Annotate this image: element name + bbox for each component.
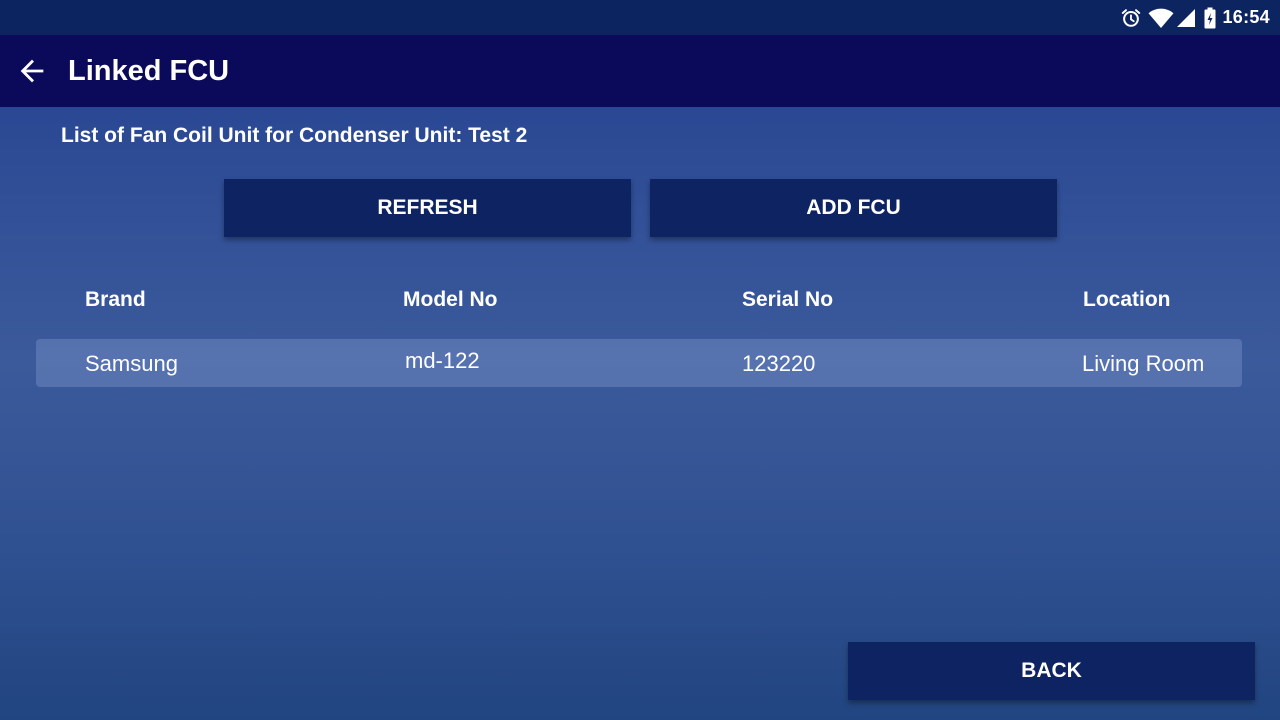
status-bar: 16:54 — [0, 0, 1280, 35]
cell-location: Living Room — [1082, 351, 1205, 376]
app-bar: Linked FCU — [0, 35, 1280, 107]
cell-brand: Samsung — [85, 351, 178, 376]
refresh-button[interactable]: REFRESH — [224, 179, 631, 237]
table-header: Brand Model No Serial No Location — [0, 288, 1280, 318]
column-header-brand: Brand — [85, 288, 146, 311]
signal-icon — [1176, 8, 1196, 28]
arrow-back-icon[interactable] — [14, 53, 50, 89]
wifi-icon — [1148, 7, 1174, 29]
column-header-location: Location — [1083, 288, 1171, 311]
status-time: 16:54 — [1222, 7, 1270, 27]
cell-serial-no: 123220 — [742, 351, 816, 376]
back-button[interactable]: BACK — [848, 642, 1255, 700]
condenser-unit-subtitle: List of Fan Coil Unit for Condenser Unit… — [61, 124, 528, 147]
table-row[interactable]: Samsung md-122 123220 Living Room — [36, 339, 1242, 387]
alarm-icon — [1120, 7, 1142, 29]
cell-model-no: md-122 — [405, 348, 480, 373]
add-fcu-button[interactable]: ADD FCU — [650, 179, 1057, 237]
battery-charging-icon — [1204, 7, 1216, 29]
page-title: Linked FCU — [68, 54, 230, 87]
column-header-serial-no: Serial No — [742, 288, 834, 311]
column-header-model-no: Model No — [403, 288, 498, 311]
status-icons: 16:54 — [1120, 0, 1270, 35]
